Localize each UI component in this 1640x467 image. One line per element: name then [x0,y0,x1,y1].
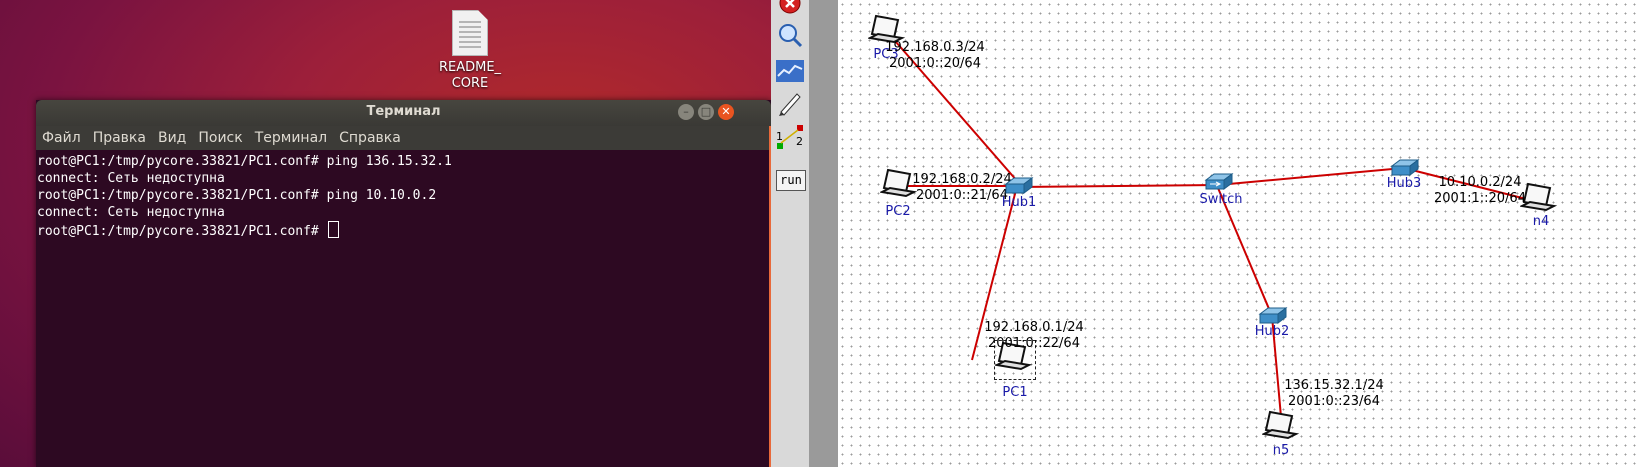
node-label-switch: Switch [1199,192,1243,207]
node-label-n4: n4 [1532,214,1550,229]
terminal-menubar: Файл Правка Вид Поиск Терминал Справка [36,126,771,150]
maximize-button[interactable]: □ [698,104,714,120]
node-label-hub3: Hub3 [1386,176,1422,191]
plot-icon [776,60,804,82]
terminal-line: root@PC1:/tmp/pycore.33821/PC1.conf# pin… [37,188,437,203]
menu-view[interactable]: Вид [158,130,186,146]
addr-n5: 136.15.32.1/24 2001:0::23/64 [1284,378,1384,409]
terminal-titlebar[interactable]: Терминал – □ ✕ [36,100,771,126]
laptop-icon [1260,410,1300,440]
hub-icon [1004,177,1034,194]
hub-icon [1258,307,1288,324]
two-node-icon: 1 2 [776,125,803,149]
node-label-hub2: Hub2 [1254,324,1290,339]
link-switch-hub3 [1217,167,1405,186]
readme-label: README_ CORE [438,60,502,91]
terminal-line: connect: Сеть недоступна [37,171,225,186]
marker-button[interactable] [775,88,805,118]
menu-terminal[interactable]: Терминал [255,130,327,146]
hub-icon [1390,159,1420,176]
terminal-cursor [327,221,339,238]
terminal-prompt: root@PC1:/tmp/pycore.33821/PC1.conf# [37,224,327,239]
link-switch-hub2 [1217,187,1273,317]
terminal-output[interactable]: root@PC1:/tmp/pycore.33821/PC1.conf# pin… [36,150,771,240]
node-two-label: 2 [796,135,803,148]
text-file-icon [452,10,488,56]
topology-canvas[interactable]: PC3 192.168.0.3/24 2001:0::20/64 PC2 192.… [838,0,1640,467]
node-label-pc1: PC1 [1002,385,1028,400]
menu-help[interactable]: Справка [339,130,401,146]
zoom-icon [779,24,803,48]
addr-pc3: 192.168.0.3/24 2001:0::20/64 [885,40,985,71]
run-button[interactable]: run [776,170,806,191]
close-icon [779,0,801,14]
stop-button[interactable] [775,0,805,18]
terminal-window[interactable]: Терминал – □ ✕ Файл Правка Вид Поиск Тер… [36,100,773,467]
minimize-button[interactable]: – [678,104,694,120]
switch-icon [1204,173,1234,190]
terminal-title: Терминал [366,104,441,119]
marker-icon [779,93,801,116]
zoom-button[interactable] [775,20,805,50]
two-node-tool[interactable]: 1 2 [775,122,805,152]
throughput-button[interactable] [775,56,805,86]
close-button[interactable]: ✕ [718,104,734,120]
link-hub1-switch [1017,184,1219,188]
readme-file[interactable]: README_ CORE [430,10,510,92]
terminal-prompt-line: root@PC1:/tmp/pycore.33821/PC1.conf# [37,221,771,240]
node-label-pc2: PC2 [885,204,911,219]
terminal-line: root@PC1:/tmp/pycore.33821/PC1.conf# pin… [37,154,452,169]
node-label-n5: n5 [1272,443,1290,458]
addr-pc1: 192.168.0.1/24 2001:0::22/64 [984,320,1084,351]
menu-search[interactable]: Поиск [198,130,242,146]
menu-edit[interactable]: Правка [93,130,146,146]
terminal-line: connect: Сеть недоступна [37,205,225,220]
menu-file[interactable]: Файл [42,130,81,146]
toolbar-separator [809,0,839,467]
core-toolbar: 1 2 run [771,0,810,467]
addr-pc2: 192.168.0.2/24 2001:0::21/64 [912,172,1012,203]
node-label-hub1: Hub1 [1001,195,1037,210]
node-one-label: 1 [776,130,783,143]
addr-n4: 10.10.0.2/24 2001:1::20/64 [1434,175,1526,206]
